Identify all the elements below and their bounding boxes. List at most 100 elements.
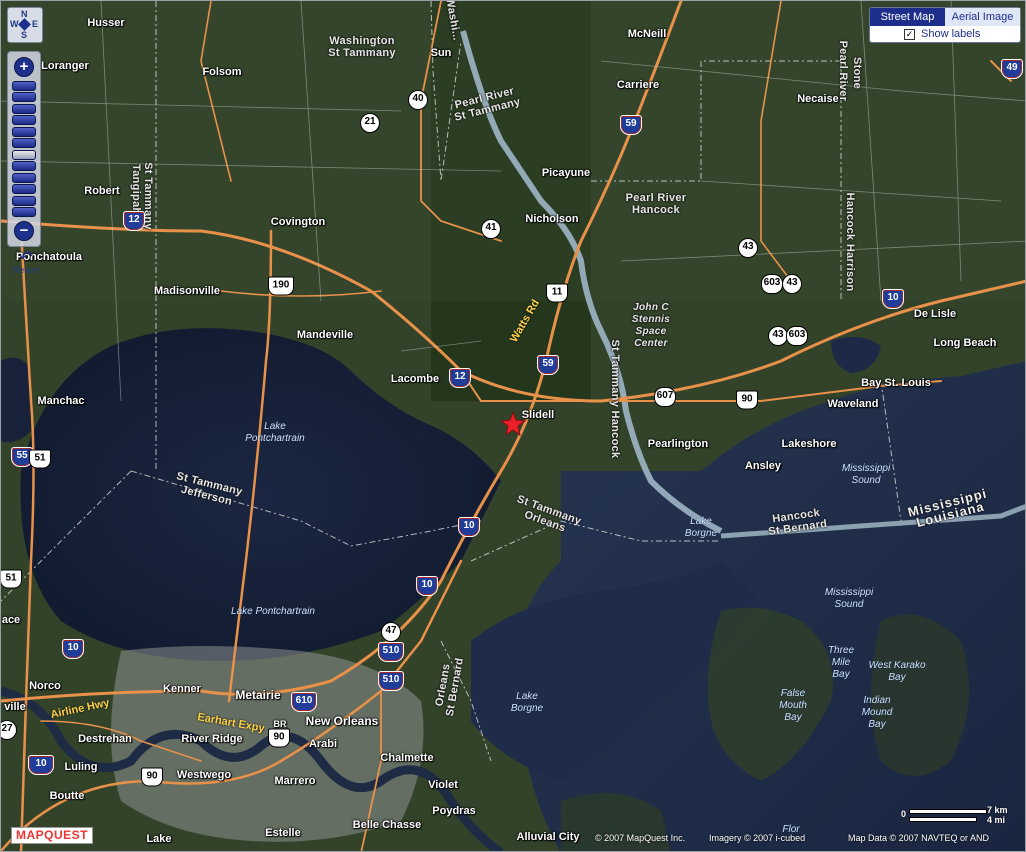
us-90-shield: 90 xyxy=(736,390,758,410)
zoom-level-step[interactable] xyxy=(12,103,36,114)
place-necaise: Necaise xyxy=(797,93,839,105)
zoom-level-step[interactable] xyxy=(12,80,36,91)
place-lakeshore: Lakeshore xyxy=(781,438,837,450)
state-40-shield: 40 xyxy=(408,90,428,110)
place-riverridge: River Ridge xyxy=(181,733,243,745)
place-br: BR xyxy=(273,719,287,729)
tab-street-map[interactable]: Street Map xyxy=(870,8,945,26)
zoom-out-button[interactable]: − xyxy=(14,220,34,241)
compass-icon xyxy=(18,18,31,31)
place-alluvialcity: Alluvial City xyxy=(516,831,580,843)
place-baystlouis: Bay St. Louis xyxy=(861,377,931,389)
region-pearlriver-hancock: Pearl River Hancock xyxy=(625,192,687,216)
water-mississippi-sound-south: Mississippi Sound xyxy=(824,587,874,610)
pan-south-button[interactable]: S xyxy=(21,30,27,40)
map-navigation-control: N S W E + − ↶ Revert xyxy=(7,7,45,275)
region-hancock-harrison: Hancock Harrison xyxy=(844,192,856,292)
place-destrehan: Destrehan xyxy=(78,733,132,745)
scale-zero: 0 xyxy=(901,809,907,819)
state-43-shield: 43 xyxy=(782,274,802,294)
zoom-level-step[interactable] xyxy=(12,92,36,102)
us-11-shield: 11 xyxy=(546,283,568,303)
zoom-level-step[interactable] xyxy=(12,126,36,137)
region-sttammany-hancock: St Tammany Hancock xyxy=(609,339,621,459)
water-lake-pontchartrain-north: Lake Pontchartrain xyxy=(245,421,305,444)
place-slidell: Slidell xyxy=(521,409,555,421)
place-bellechasse: Belle Chasse xyxy=(352,819,422,831)
water-false-mouth-bay: False Mouth Bay xyxy=(779,688,807,723)
place-kenner: Kenner xyxy=(163,683,201,695)
scale-km-bar xyxy=(909,809,987,814)
copyright-map-data: Map Data © 2007 NAVTEQ or AND xyxy=(848,833,990,843)
interstate-10-shield: 10 xyxy=(62,639,84,659)
water-lake-pontchartrain-south: Lake Pontchartrain xyxy=(231,606,315,617)
zoom-in-button[interactable]: + xyxy=(14,57,34,77)
place-lacombe: Lacombe xyxy=(390,373,440,385)
water-indian-mound-bay: Indian Mound Bay xyxy=(861,695,893,730)
place-folsom: Folsom xyxy=(202,66,242,78)
interstate-510-shield: 510 xyxy=(378,642,404,662)
interstate-10-shield: 10 xyxy=(882,289,904,309)
water-lake-borgne-south: Lake Borgne xyxy=(510,691,544,714)
zoom-level-step[interactable] xyxy=(12,172,36,183)
state-43-shield: 43 xyxy=(738,238,758,258)
state-47-shield: 47 xyxy=(381,622,401,642)
place-boutte: Boutte xyxy=(49,790,85,802)
show-labels-toggle[interactable]: ✓ Show labels xyxy=(870,26,1020,42)
place-ace: ace xyxy=(1,614,21,626)
place-arabi: Arabi xyxy=(308,738,338,750)
map-type-control: Street Map Aerial Image ✓ Show labels xyxy=(869,7,1021,43)
place-metairie: Metairie xyxy=(235,688,281,702)
zoom-level-step[interactable] xyxy=(12,195,36,206)
region-pearl-river-vertical: Pearl River xyxy=(837,40,849,102)
interstate-59-shield: 59 xyxy=(537,355,559,375)
place-ville: ville xyxy=(4,701,26,713)
revert-button[interactable]: ↶ Revert xyxy=(7,248,45,275)
zoom-level-step[interactable] xyxy=(12,161,36,171)
water-mississippi-sound-north: Mississippi Sound xyxy=(841,463,891,486)
show-labels-checkbox[interactable]: ✓ xyxy=(904,28,915,40)
tab-aerial-image[interactable]: Aerial Image xyxy=(945,8,1020,26)
place-estelle: Estelle xyxy=(265,827,301,839)
interstate-610-shield: 610 xyxy=(291,692,317,712)
upland-area xyxy=(1,1,1025,301)
place-luling: Luling xyxy=(64,761,98,773)
region-stennis-space-center: John C Stennis Space Center xyxy=(631,302,671,349)
pan-east-button[interactable]: E xyxy=(32,19,38,29)
map-canvas[interactable]: Husser Loranger Folsom Sun McNeill Carri… xyxy=(0,0,1026,852)
water-three-mile-bay: Three Mile Bay xyxy=(827,645,855,680)
zoom-level-step[interactable] xyxy=(12,138,36,148)
zoom-control: + − xyxy=(7,51,41,247)
place-neworleans: New Orleans xyxy=(305,714,379,728)
scale-km-label: 7 km xyxy=(987,805,1008,815)
place-covington: Covington xyxy=(270,216,326,228)
zoom-level-step[interactable] xyxy=(12,207,36,217)
copyright-mapquest: © 2007 MapQuest Inc. xyxy=(595,833,686,843)
place-madisonville: Madisonville xyxy=(153,285,221,297)
place-longbeach: Long Beach xyxy=(933,337,997,349)
us-51-shield: 51 xyxy=(1,569,22,589)
zoom-level-step[interactable] xyxy=(12,149,36,160)
revert-label: Revert xyxy=(12,264,40,275)
zoom-level-step[interactable] xyxy=(12,115,36,125)
interstate-10-shield: 10 xyxy=(416,576,438,596)
pan-control[interactable]: N S W E xyxy=(7,7,43,43)
mapquest-logo[interactable]: MAPQUEST xyxy=(11,827,94,844)
state-43-shield: 43 xyxy=(768,326,788,346)
revert-icon: ↶ xyxy=(19,248,33,266)
state-607-shield: 607 xyxy=(654,387,676,407)
scale-bar: 0 7 km 4 mi xyxy=(901,805,1013,829)
place-pearlington: Pearlington xyxy=(647,438,709,450)
scale-mi-bar xyxy=(909,817,977,822)
us-51-shield: 51 xyxy=(29,449,51,469)
place-nicholson: Nicholson xyxy=(525,213,579,225)
water-lake-borgne-north: Lake Borgne xyxy=(684,516,718,539)
zoom-level-list xyxy=(12,79,36,219)
us-190-shield: 190 xyxy=(268,276,294,296)
state-41-shield: 41 xyxy=(481,219,501,239)
us-90-shield: 90 xyxy=(268,728,290,748)
region-washington-sttammany: Washington St Tammany xyxy=(328,35,396,59)
zoom-level-step[interactable] xyxy=(12,184,36,194)
place-ansley: Ansley xyxy=(744,460,782,472)
place-waveland: Waveland xyxy=(827,398,879,410)
